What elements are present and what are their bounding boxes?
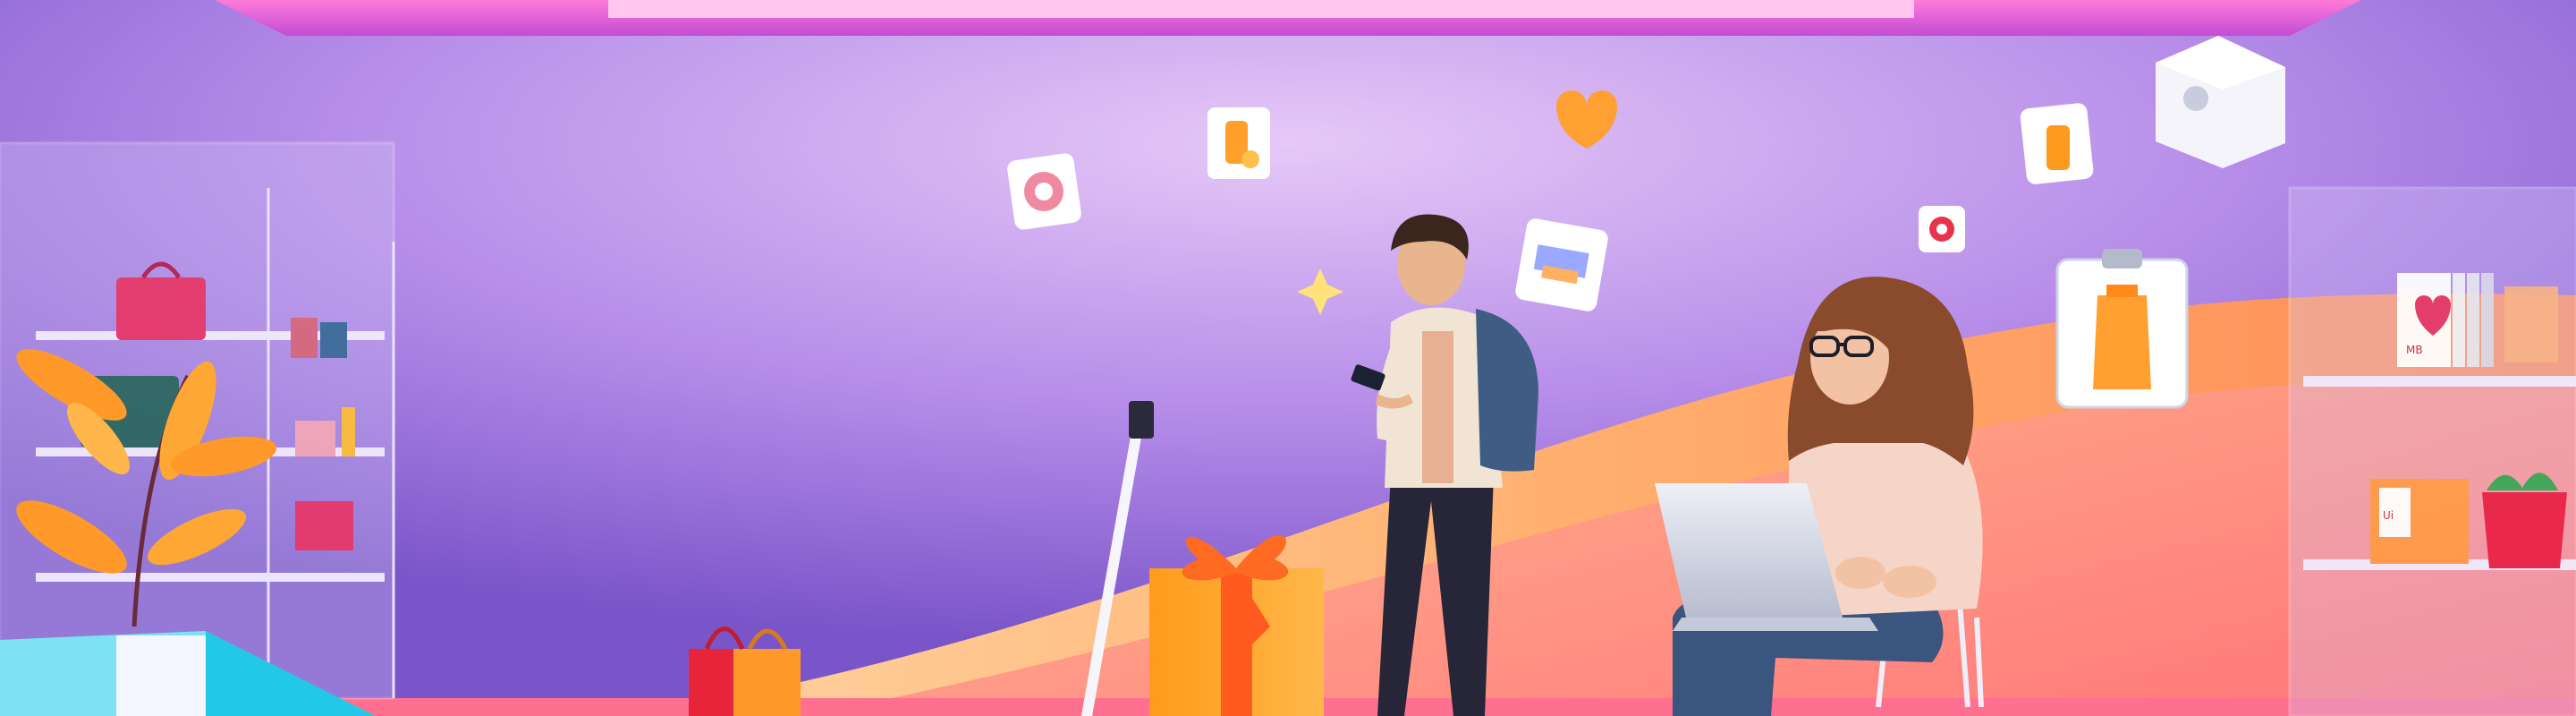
background-illustration: MB Ui (0, 0, 2576, 716)
floating-icon-clipboard-jar (2055, 249, 2189, 409)
book-right-text: MB (2406, 344, 2423, 356)
floating-icon-jar-right (2020, 103, 2094, 184)
illustration-scene: MB Ui (0, 0, 2576, 716)
right-shelf: MB Ui (2288, 186, 2576, 716)
floating-icon-card (1515, 218, 1608, 311)
floating-icon-target (1919, 206, 1965, 252)
card-left-text: Ui (2383, 509, 2394, 522)
floating-icon-donut (1007, 153, 1081, 230)
floating-icon-jar (1208, 107, 1270, 179)
